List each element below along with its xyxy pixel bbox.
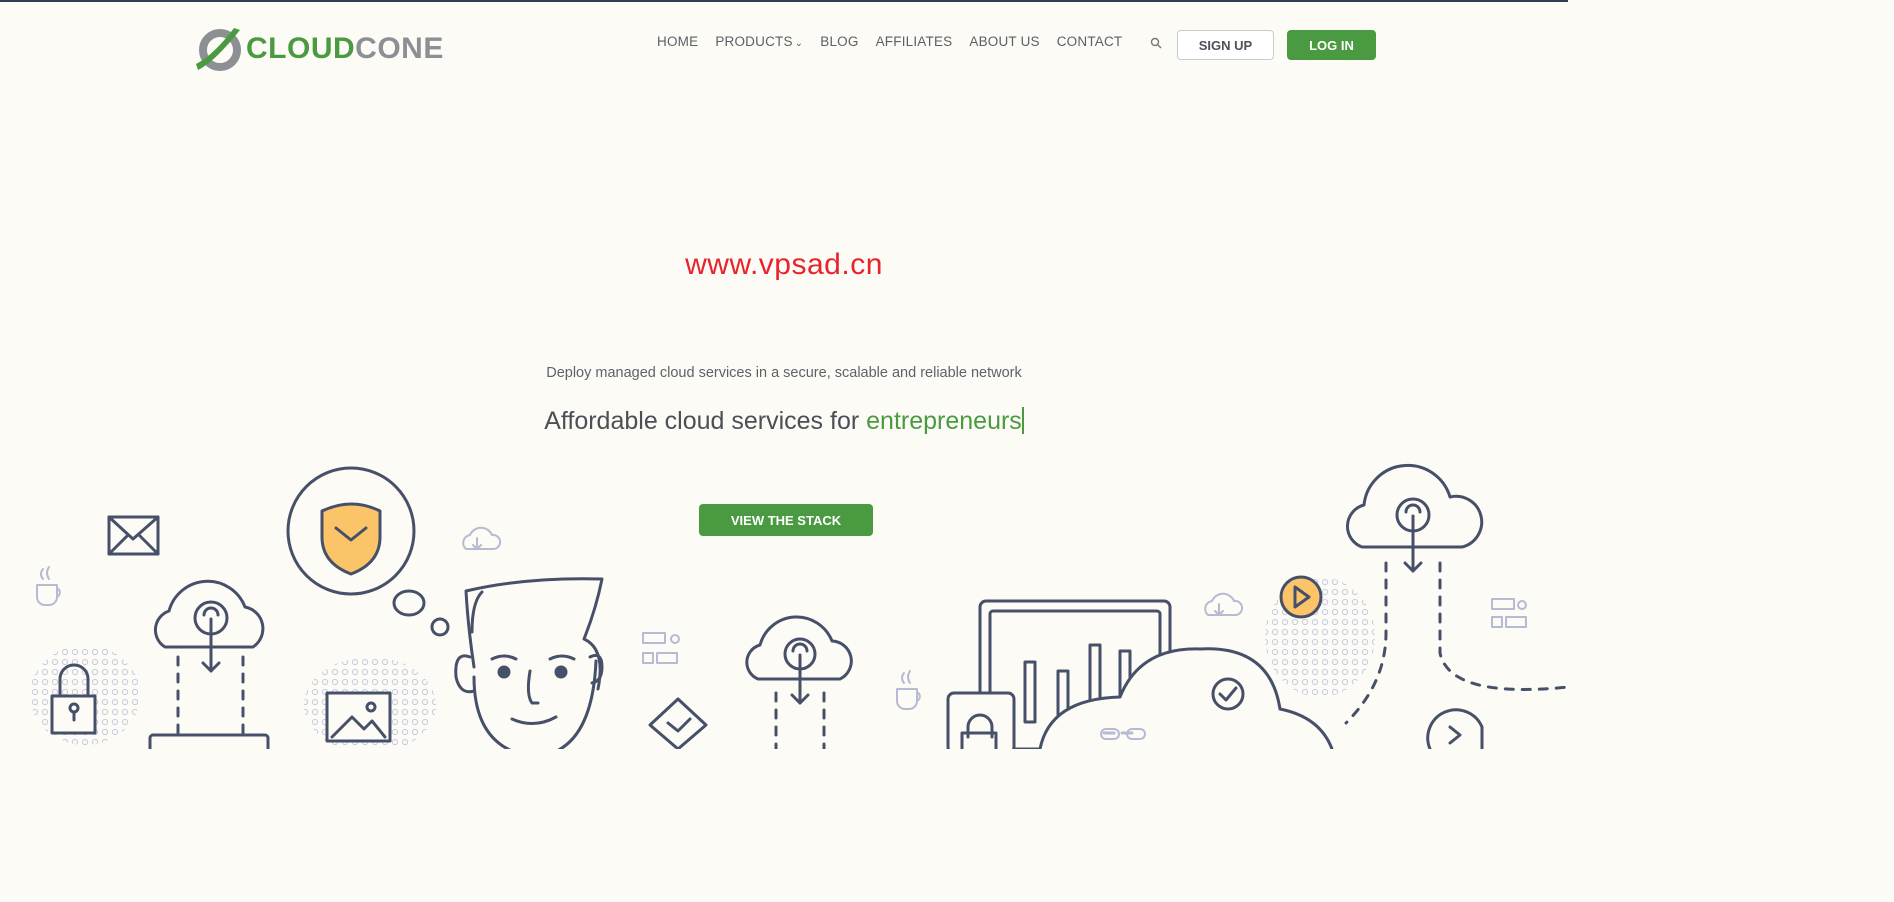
chevron-down-icon: ⌄: [794, 38, 804, 49]
server-device-icon: [148, 733, 270, 749]
login-button[interactable]: LOG IN: [1287, 30, 1376, 60]
nav-affiliates[interactable]: AFFILIATES: [876, 34, 953, 49]
nav-home[interactable]: HOME: [657, 34, 698, 49]
hero-illustration: [30, 463, 1568, 749]
headline-highlight: entrepreneurs: [866, 407, 1022, 435]
cloud-power-icon: [153, 579, 265, 739]
main-nav: HOME PRODUCTS ⌄ BLOG AFFILIATES ABOUT US …: [657, 34, 1122, 49]
brand-logo[interactable]: CLOUDCONE: [194, 24, 444, 74]
envelope-icon: [107, 515, 160, 556]
cloud-power-icon: [1344, 463, 1568, 725]
tablet-lock-icon: [946, 691, 1016, 749]
signup-button[interactable]: SIGN UP: [1177, 30, 1274, 60]
refresh-arrow: [1448, 725, 1462, 745]
hero-subtitle: Deploy managed cloud services in a secur…: [546, 365, 1022, 381]
play-icon: [1279, 575, 1323, 619]
nav-about-us[interactable]: ABOUT US: [969, 34, 1039, 49]
hero-headline: Affordable cloud services for entreprene…: [0, 407, 1568, 436]
site-header: CLOUDCONE HOME PRODUCTS ⌄ BLOG AFFILIATES…: [0, 2, 1568, 92]
brand-name-part2: CONE: [355, 32, 444, 65]
nav-products-label: PRODUCTS: [715, 34, 793, 49]
cloudcone-logo-icon: [196, 28, 241, 71]
nav-blog[interactable]: BLOG: [820, 34, 858, 49]
search-icon[interactable]: [1150, 36, 1162, 54]
cloud-power-icon: [745, 615, 853, 749]
brand-name-part1: CLOUD: [246, 32, 356, 65]
typing-cursor: [1021, 407, 1024, 434]
brand-name: CLOUDCONE: [246, 32, 444, 66]
diamond-check-icon: [648, 697, 708, 749]
headline-prefix: Affordable cloud services for: [544, 407, 867, 435]
watermark-text: www.vpsad.cn: [685, 248, 883, 281]
man-illustration: [454, 577, 604, 749]
nav-products[interactable]: PRODUCTS ⌄: [715, 34, 803, 49]
image-icon: [325, 691, 392, 743]
view-the-stack-button[interactable]: VIEW THE STACK: [699, 504, 873, 536]
nav-contact[interactable]: CONTACT: [1057, 34, 1123, 49]
shield-thought-bubble: [286, 466, 450, 637]
